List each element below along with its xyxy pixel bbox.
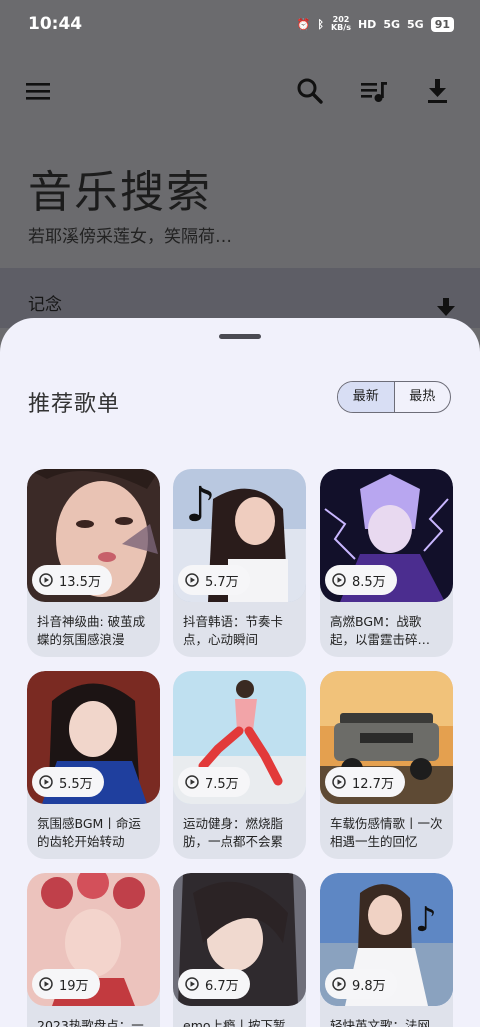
page-subtitle: 若耶溪傍采莲女，笑隔荷… [28, 227, 232, 247]
status-time: 10:44 [28, 14, 83, 34]
playlist-caption: 抖音神级曲: 破茧成蝶的氛围感浪漫 [37, 614, 146, 647]
svg-text:♪: ♪ [185, 477, 216, 533]
svg-text:♪: ♪ [415, 900, 437, 940]
tab-latest[interactable]: 最新 [338, 382, 395, 412]
playlist-card[interactable]: ♪ 5.7万 抖音韩语：节奏卡点，心动瞬间 [173, 469, 306, 657]
play-icon [332, 775, 346, 789]
playlist-card[interactable]: 13.5万 抖音神级曲: 破茧成蝶的氛围感浪漫 [27, 469, 160, 657]
playlist-card[interactable]: 6.7万 emo上瘾丨按下暂 [173, 873, 306, 1027]
page-title: 音乐搜索 [28, 167, 212, 218]
search-icon[interactable] [295, 76, 325, 106]
playlist-card[interactable]: 7.5万 运动健身：燃烧脂肪，一点都不会累 [173, 671, 306, 859]
playlist-caption: 2023热歌盘点：一 [37, 1018, 144, 1027]
sort-toggle: 最新 最热 [337, 381, 451, 413]
playlist-card[interactable]: 5.5万 氛围感BGM丨命运的齿轮开始转动 [27, 671, 160, 859]
signal-sim1: 5G [383, 17, 400, 31]
play-icon [39, 775, 53, 789]
playlist-card[interactable]: ♪ 9.8万 轻快英文歌：法网 [320, 873, 453, 1027]
play-count-badge: 12.7万 [325, 767, 405, 797]
alarm-icon: ⏰ [296, 17, 311, 31]
playlist-card[interactable]: 19万 2023热歌盘点：一 [27, 873, 160, 1027]
status-icons: ⏰ ᛒ 202 KB/s HD 5G 5G 91 [297, 16, 454, 32]
drag-handle[interactable] [219, 334, 261, 339]
playlist-caption: 氛围感BGM丨命运的齿轮开始转动 [37, 816, 141, 849]
play-count-badge: 5.7万 [178, 565, 250, 595]
recent-song-label: 记念 [28, 295, 62, 315]
play-count-badge: 19万 [32, 969, 100, 999]
menu-icon[interactable] [24, 76, 54, 106]
play-count-badge: 7.5万 [178, 767, 250, 797]
top-app-bar [0, 70, 480, 114]
download-icon[interactable] [423, 76, 453, 106]
playlist-icon[interactable] [359, 76, 389, 106]
play-count-badge: 13.5万 [32, 565, 112, 595]
playlist-caption: 高燃BGM：战歌起，以雷霆击碎… [330, 614, 431, 647]
play-count-badge: 5.5万 [32, 767, 104, 797]
recommended-playlists-sheet: 推荐歌单 最新 最热 13.5万 抖音神级曲: 破茧成蝶的氛围感浪漫 ♪ 5.7… [0, 318, 480, 1027]
download-arrow-icon[interactable] [436, 298, 456, 318]
playlist-caption: emo上瘾丨按下暂 [183, 1018, 286, 1027]
sheet-title: 推荐歌单 [28, 392, 121, 417]
playlist-caption: 车载伤感情歌丨一次相遇一生的回忆 [330, 816, 443, 849]
play-icon [185, 775, 199, 789]
playlist-card[interactable]: 8.5万 高燃BGM：战歌起，以雷霆击碎… [320, 469, 453, 657]
play-icon [39, 573, 53, 587]
playlist-card[interactable]: 12.7万 车载伤感情歌丨一次相遇一生的回忆 [320, 671, 453, 859]
battery-level: 91 [430, 16, 454, 32]
play-count-badge: 9.8万 [325, 969, 397, 999]
play-count-badge: 8.5万 [325, 565, 397, 595]
play-icon [185, 573, 199, 587]
status-bar: 10:44 ⏰ ᛒ 202 KB/s HD 5G 5G 91 [0, 0, 480, 50]
playlist-caption: 轻快英文歌：法网 [330, 1018, 431, 1027]
play-icon [332, 977, 346, 991]
play-count-badge: 6.7万 [178, 969, 250, 999]
bluetooth-icon: ᛒ [317, 17, 324, 31]
play-icon [39, 977, 53, 991]
signal-sim2: 5G [407, 17, 424, 31]
net-speed: 202 KB/s [330, 15, 351, 32]
play-icon [332, 573, 346, 587]
playlist-caption: 运动健身：燃烧脂肪，一点都不会累 [183, 816, 284, 849]
hd-icon: HD [357, 17, 377, 31]
playlist-caption: 抖音韩语：节奏卡点，心动瞬间 [183, 614, 284, 647]
tab-hottest[interactable]: 最热 [395, 382, 451, 412]
play-icon [185, 977, 199, 991]
